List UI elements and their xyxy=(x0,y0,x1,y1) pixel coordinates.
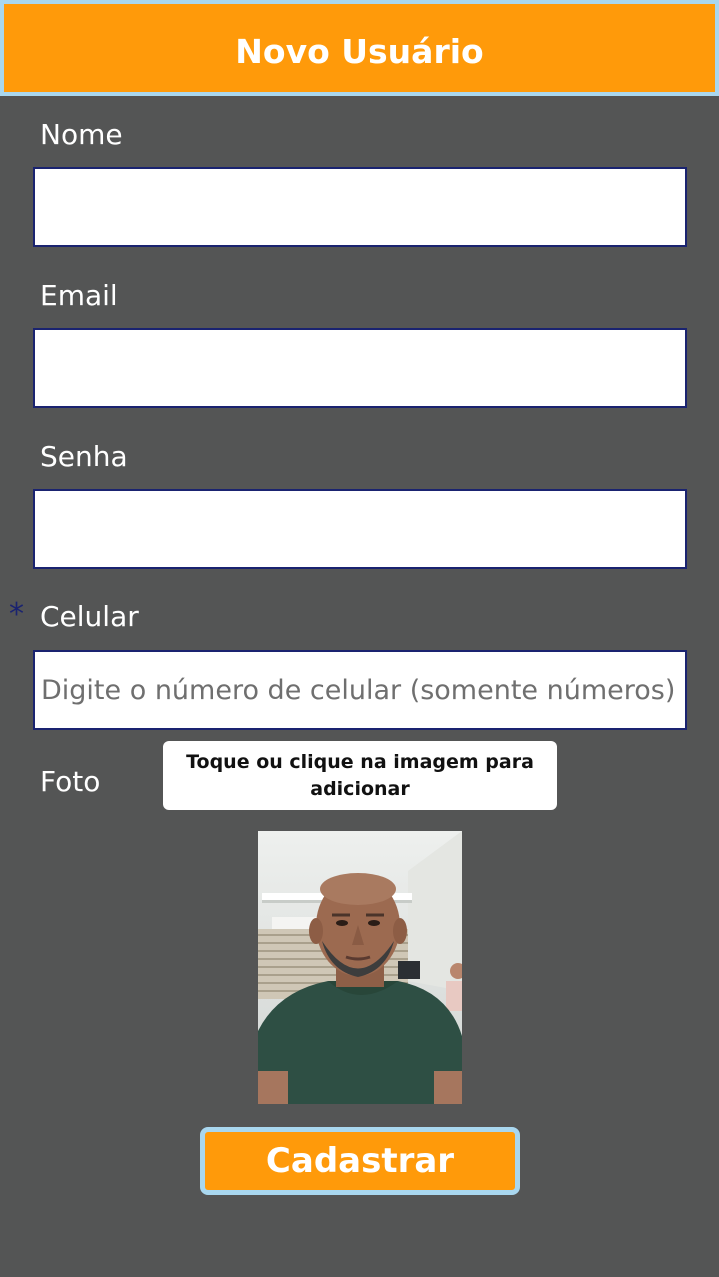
user-photo[interactable] xyxy=(258,831,462,1104)
app-header: Novo Usuário xyxy=(0,0,719,96)
cadastrar-button[interactable]: Cadastrar xyxy=(200,1127,520,1195)
nome-label: Nome xyxy=(40,118,123,151)
foto-label: Foto xyxy=(40,765,101,798)
user-photo-image xyxy=(258,831,462,1104)
senha-field[interactable] xyxy=(33,489,687,569)
page-title: Novo Usuário xyxy=(235,31,484,71)
senha-label: Senha xyxy=(40,440,128,473)
celular-field[interactable] xyxy=(33,650,687,730)
email-label: Email xyxy=(40,279,118,312)
email-field[interactable] xyxy=(33,328,687,408)
celular-label: Celular xyxy=(40,600,139,633)
nome-field[interactable] xyxy=(33,167,687,247)
add-image-button[interactable]: Toque ou clique na imagem para adicionar xyxy=(163,741,557,810)
required-marker: * xyxy=(9,597,24,632)
